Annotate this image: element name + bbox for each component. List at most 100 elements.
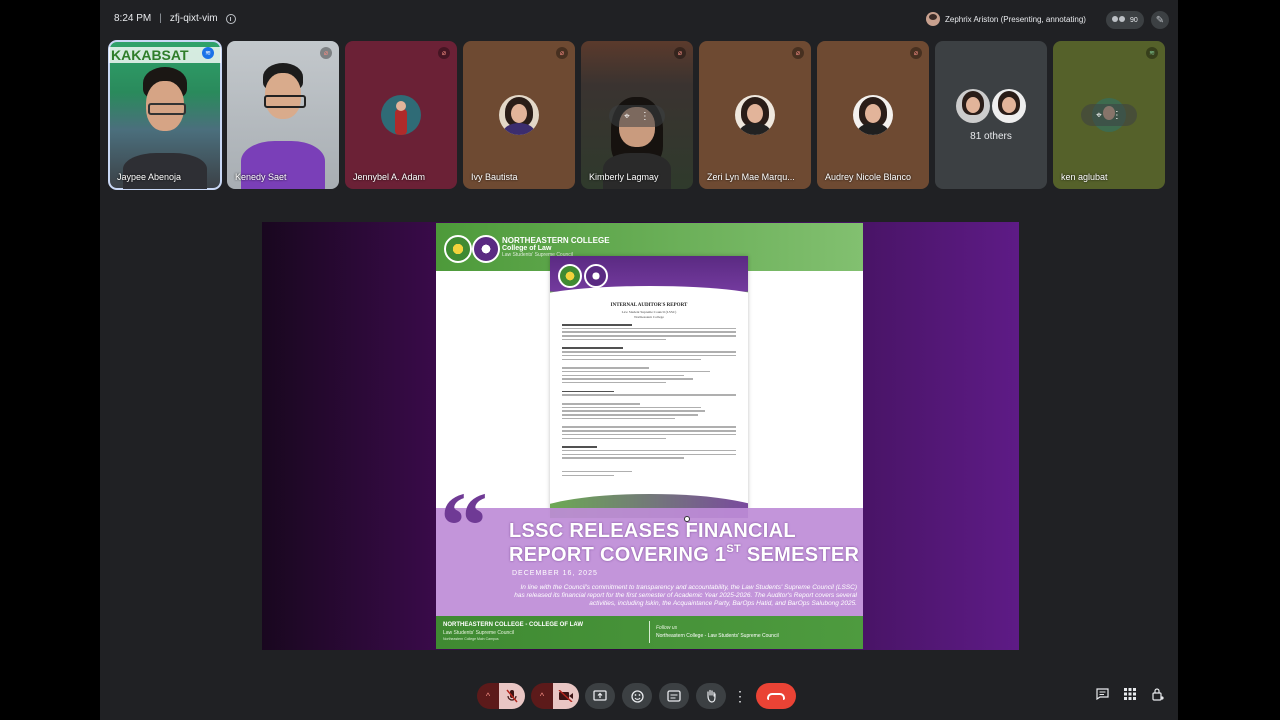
more-options-icon[interactable]: ⋮ (733, 683, 747, 709)
presentation-stage[interactable]: NORTHEASTERN COLLEGE College of Law Law … (262, 222, 1019, 650)
more-options-icon[interactable]: ⋮ (1112, 110, 1122, 121)
participant-name: ken aglubat (1061, 172, 1108, 182)
people-icon (1112, 15, 1126, 25)
participant-name: Jennybel A. Adam (353, 172, 426, 182)
annotate-icon[interactable]: ✎ (1151, 11, 1169, 29)
participant-avatar (381, 95, 421, 135)
meeting-code: zfj-qixt-vim (169, 13, 218, 24)
participant-tile[interactable]: ⌖ ⋮ ⌀ Kimberly Lagmay (581, 41, 693, 189)
doc-body-text (562, 324, 736, 478)
participant-tile[interactable]: ⌀ Zeri Lyn Mae Marqu... (699, 41, 811, 189)
mic-options-chevron-icon[interactable]: ^ (477, 683, 499, 709)
participant-video (241, 59, 325, 189)
participant-avatar (499, 95, 539, 135)
doc-title: INTERNAL AUDITOR'S REPORT (610, 303, 688, 308)
participant-name: Kenedy Saet (235, 172, 287, 182)
participant-avatar (853, 95, 893, 135)
participant-name: Jaypee Abenoja (117, 172, 182, 182)
annotation-cursor-icon (684, 516, 690, 522)
camera-off-icon[interactable] (553, 683, 579, 709)
participant-name: Ivy Bautista (471, 172, 518, 182)
slide-footer: NORTHEASTERN COLLEGE - COLLEGE OF LAW La… (436, 616, 863, 649)
participant-tile[interactable]: ⌀ Audrey Nicole Blanco (817, 41, 929, 189)
emoji-icon[interactable] (622, 683, 652, 709)
quote-mark-icon: “ (440, 472, 488, 579)
slide-header-text: NORTHEASTERN COLLEGE College of Law Law … (502, 236, 610, 258)
headline-line-2-end: SEMESTER (741, 544, 860, 566)
hang-up-icon[interactable] (756, 683, 796, 709)
tile-overlay-controls[interactable]: ⌖ ⋮ (1081, 104, 1137, 126)
speaking-indicator-icon: ≋ (1146, 47, 1158, 59)
participant-name: Zeri Lyn Mae Marqu... (707, 172, 795, 182)
slide-header-college-of-law: College of Law (502, 245, 552, 252)
activities-icon[interactable] (1124, 688, 1136, 703)
mic-control: ^ (477, 683, 525, 709)
doc-subtitle: Northeastern College (634, 315, 664, 319)
participant-tile[interactable]: ⌀ Ivy Bautista (463, 41, 575, 189)
law-seal-icon (584, 264, 608, 288)
presenter-avatar (926, 12, 940, 26)
captions-icon[interactable] (659, 683, 689, 709)
tile-overlay-controls[interactable]: ⌖ ⋮ (609, 105, 665, 127)
footer-page-name: Northeastern College - Law Students' Sup… (656, 633, 779, 639)
headline-line-2: REPORT COVERING 1ST SEMESTER (509, 543, 859, 567)
separator: | (159, 13, 162, 24)
presenter-chip[interactable]: Zephrix Ariston (Presenting, annotating) (926, 12, 1086, 26)
others-count-label: 81 others (970, 131, 1012, 142)
slide-date: DECEMBER 16, 2025 (512, 570, 598, 577)
others-avatars (955, 89, 1027, 123)
slide-headline: LSSC RELEASES FINANCIAL REPORT COVERING … (509, 519, 859, 567)
participant-tile[interactable]: KAKABSAT ≋ Jaypee Abenoja (108, 40, 222, 190)
participant-tile[interactable]: ⌀ Kenedy Saet (227, 41, 339, 189)
camera-options-chevron-icon[interactable]: ^ (531, 683, 553, 709)
present-icon[interactable] (585, 683, 615, 709)
presenter-label: Zephrix Ariston (Presenting, annotating) (945, 14, 1086, 24)
mic-off-icon: ⌀ (556, 47, 568, 59)
mic-off-icon: ⌀ (320, 47, 332, 59)
mic-off-icon: ⌀ (792, 47, 804, 59)
college-seal-icon (444, 235, 472, 263)
participant-avatar (735, 95, 775, 135)
participant-tile[interactable]: ⌀ Jennybel A. Adam (345, 41, 457, 189)
participant-count: 90 (1130, 16, 1138, 24)
footer-address: Northeastern College Main Campus (443, 637, 499, 641)
footer-council: Law Students' Supreme Council (443, 630, 514, 636)
participant-avatar (992, 89, 1026, 123)
mic-off-icon: ⌀ (674, 47, 686, 59)
others-tile[interactable]: 81 others (935, 41, 1047, 189)
speaking-indicator-icon: ≋ (202, 47, 214, 59)
participant-name: Audrey Nicole Blanco (825, 172, 912, 182)
meeting-info: 8:24 PM | zfj-qixt-vim (114, 13, 236, 24)
chat-icon[interactable] (1096, 688, 1109, 703)
call-controls: ^ ^ ⋮ (477, 683, 796, 709)
footer-college: NORTHEASTERN COLLEGE - COLLEGE OF LAW (443, 622, 583, 628)
headline-superscript: ST (726, 543, 742, 555)
info-icon[interactable] (225, 13, 236, 24)
footer-divider (649, 621, 650, 643)
camera-control: ^ (531, 683, 579, 709)
college-seal-icon (558, 264, 582, 288)
host-controls-icon[interactable] (1152, 688, 1164, 704)
slide-header-college: NORTHEASTERN COLLEGE (502, 236, 610, 245)
mic-off-icon: ⌀ (910, 47, 922, 59)
participant-name: Kimberly Lagmay (589, 172, 659, 182)
meet-window: 8:24 PM | zfj-qixt-vim Zephrix Ariston (… (100, 0, 1178, 720)
slide-blurb: In line with the Council's commitment to… (514, 584, 857, 607)
law-seal-icon (472, 235, 500, 263)
meeting-time: 8:24 PM (114, 13, 152, 24)
participant-count-button[interactable]: 90 (1106, 11, 1144, 29)
mic-off-icon: ⌀ (438, 47, 450, 59)
footer-follow: Follow us (656, 625, 678, 631)
pin-icon[interactable]: ⌖ (1096, 110, 1102, 121)
participant-tile[interactable]: ⌖ ⋮ ≋ ken aglubat (1053, 41, 1165, 189)
participant-strip: KAKABSAT ≋ Jaypee Abenoja ⌀ Kenedy Saet (108, 40, 1165, 190)
pin-icon[interactable]: ⌖ (624, 111, 630, 122)
participant-avatar (956, 89, 990, 123)
mic-off-icon[interactable] (499, 683, 525, 709)
doc-subtitle: Law Student Supreme Council (LSSC) (621, 310, 677, 314)
headline-line-2-text: REPORT COVERING 1 (509, 544, 727, 566)
more-options-icon[interactable]: ⋮ (640, 111, 650, 122)
raise-hand-icon[interactable] (696, 683, 726, 709)
auditor-report-document: INTERNAL AUDITOR'S REPORT Law Student Su… (550, 256, 748, 518)
headline-line-1: LSSC RELEASES FINANCIAL (509, 520, 796, 542)
